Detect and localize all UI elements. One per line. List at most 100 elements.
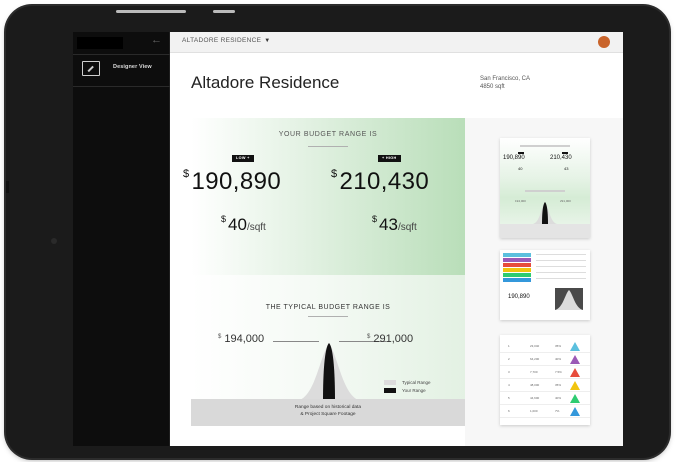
high-budget-number: 210,430 xyxy=(339,168,430,195)
top-bar: ALTADORE RESIDENCE ▼ xyxy=(170,32,623,53)
thumb-summary-row: 4 48,000 35% xyxy=(500,380,590,392)
thumb-row-percent: 40% xyxy=(555,357,562,361)
thumb-row-index: 5 xyxy=(508,396,510,400)
budget-heading: YOUR BUDGET RANGE IS xyxy=(278,131,378,138)
low-budget-number: 190,890 xyxy=(191,168,282,195)
app-screen: ← Designer View ALTADORE RESIDENCE ▼ Alta… xyxy=(73,32,623,446)
project-name: ALTADORE RESIDENCE xyxy=(182,37,262,44)
thumb-bar xyxy=(503,263,531,267)
divider xyxy=(308,146,348,147)
currency-symbol: $ xyxy=(331,168,338,180)
thumb-tag xyxy=(562,152,568,154)
thumb-row-amount: 23,040 xyxy=(530,344,540,348)
divider xyxy=(308,316,348,317)
thumb-bell-curve xyxy=(533,202,557,224)
volume-button xyxy=(116,10,186,13)
thumb-row-index: 2 xyxy=(508,357,510,361)
thumb-row-index: 4 xyxy=(508,383,510,387)
thumb-summary-row: 3 7,700 7.5% xyxy=(500,367,590,379)
avatar[interactable] xyxy=(598,36,610,48)
thumb-bar xyxy=(503,273,531,277)
sidebar: ← Designer View xyxy=(73,32,170,446)
typical-heading: THE TYPICAL BUDGET RANGE IS xyxy=(265,304,391,311)
triangle-icon xyxy=(570,355,580,364)
designer-view-icon xyxy=(82,61,100,76)
legend-swatch xyxy=(384,379,396,385)
thumb-low-sqft: 40 xyxy=(518,166,523,171)
main-content: ALTADORE RESIDENCE ▼ Altadore Residence S… xyxy=(170,32,623,446)
sqft-unit: /sqft xyxy=(246,222,266,233)
thumbnail-budget-page[interactable]: 190,890 210,430 40 43 194,000 291,000 xyxy=(500,138,590,238)
typical-low-number: 194,000 xyxy=(224,333,265,345)
thumb-typical-low: 194,000 xyxy=(515,199,526,203)
thumb-row-amount: 7,700 xyxy=(530,370,538,374)
project-selector[interactable]: ALTADORE RESIDENCE ▼ xyxy=(182,37,270,44)
high-sqft-number: 43 xyxy=(379,215,398,234)
thumbnail-summary-page[interactable]: 1 23,040 35% 2 64,200 40% 3 7,700 7.5% 4 48,000 35%… xyxy=(500,335,590,425)
thumb-summary-row: 5 44,600 40% xyxy=(500,393,590,405)
thumb-bar xyxy=(503,253,531,257)
thumb-row-line xyxy=(536,278,586,279)
thumb-summary-row: 6 1,000 7% xyxy=(500,406,590,418)
legend-swatch xyxy=(384,387,396,393)
thumb-high-sqft: 43 xyxy=(564,166,569,171)
location-size: 4850 sqft xyxy=(480,84,505,90)
legend-item-typical: Typical Range xyxy=(384,378,431,386)
triangle-icon xyxy=(570,407,580,416)
thumb-tag xyxy=(518,152,524,154)
app-logo xyxy=(77,37,123,49)
typical-low-value: $194,000 xyxy=(218,333,264,345)
thumb-summary-row: 1 23,040 35% xyxy=(500,341,590,353)
camera-icon xyxy=(51,238,57,244)
currency-symbol: $ xyxy=(221,214,227,224)
high-budget-value: $210,430 xyxy=(331,168,429,196)
legend-item-yours: Your Range xyxy=(384,386,431,394)
page-thumbnails: 190,890 210,430 40 43 194,000 291,000 19… xyxy=(465,118,623,446)
thumb-low-value: 190,890 xyxy=(503,155,525,161)
thumb-row-amount: 44,600 xyxy=(530,396,540,400)
thumb-heading xyxy=(520,145,570,147)
high-sqft-value: $43/sqft xyxy=(372,214,417,235)
thumbnail-breakdown-page[interactable]: 190,890 xyxy=(500,250,590,320)
thumb-bell-curve xyxy=(555,288,583,310)
low-budget-value: $190,890 xyxy=(183,168,281,196)
thumb-row-amount: 64,200 xyxy=(530,357,540,361)
thumb-typical-high: 291,000 xyxy=(560,199,571,203)
thumb-row-percent: 40% xyxy=(555,396,562,400)
project-location: San Francisco, CA 4850 sqft xyxy=(480,75,530,91)
typical-range-card: THE TYPICAL BUDGET RANGE IS $194,000 $29… xyxy=(191,275,465,426)
thumb-value: 190,890 xyxy=(508,294,530,300)
currency-symbol: $ xyxy=(367,334,371,340)
triangle-icon xyxy=(570,342,580,351)
divider xyxy=(73,86,170,87)
divider xyxy=(73,54,170,55)
sidebar-item-designer-view[interactable]: Designer View xyxy=(73,59,170,85)
typical-high-number: 291,000 xyxy=(373,333,414,345)
thumb-row-index: 6 xyxy=(508,409,510,413)
tablet-frame: ← Designer View ALTADORE RESIDENCE ▼ Alta… xyxy=(6,6,669,458)
footnote-line: & Project Square Footage xyxy=(300,412,356,417)
thumb-row-index: 1 xyxy=(508,344,510,348)
triangle-icon xyxy=(570,368,580,377)
thumb-footnote xyxy=(500,224,590,238)
footnote: Range based on historical data & Project… xyxy=(191,404,465,418)
page-title: Altadore Residence xyxy=(191,73,340,92)
thumb-bar xyxy=(503,278,531,282)
footnote-line: Range based on historical data xyxy=(294,405,362,410)
sqft-unit: /sqft xyxy=(397,222,417,233)
typical-high-value: $291,000 xyxy=(367,333,413,345)
thumb-bar xyxy=(503,268,531,272)
thumb-row-line xyxy=(536,254,586,255)
thumb-row-amount: 48,000 xyxy=(530,383,540,387)
budget-range-card: YOUR BUDGET RANGE IS LOW + + HIGH $190,8… xyxy=(183,118,465,275)
chart-legend: Typical Range Your Range xyxy=(384,378,431,394)
high-tag: + HIGH xyxy=(378,155,401,162)
triangle-icon xyxy=(570,394,580,403)
arrow-left-icon[interactable]: ← xyxy=(151,34,162,46)
thumb-heading xyxy=(525,190,565,192)
location-city: San Francisco, CA xyxy=(480,76,531,82)
distribution-bell-curve xyxy=(297,343,361,401)
triangle-icon xyxy=(570,381,580,390)
thumb-row-percent: 35% xyxy=(555,344,562,348)
side-button xyxy=(6,181,9,193)
